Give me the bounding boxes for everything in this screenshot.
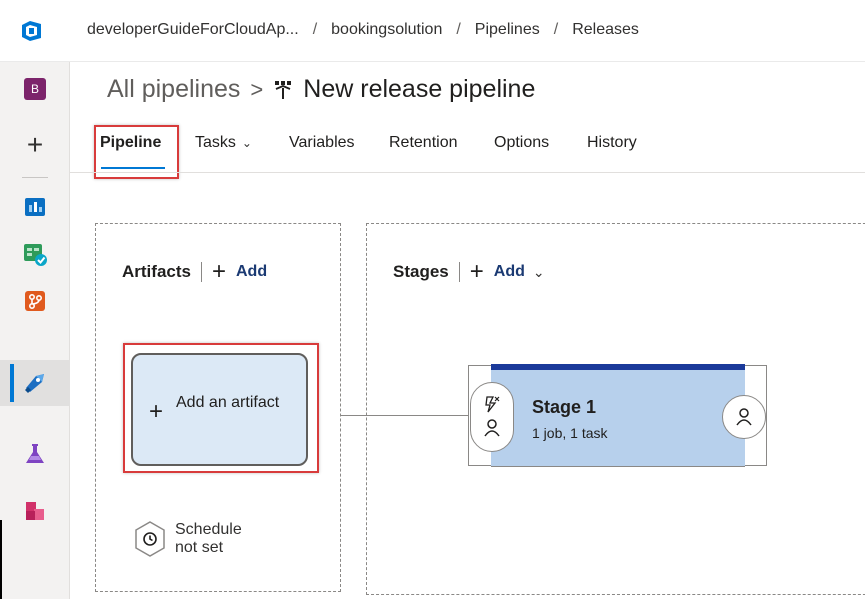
tab-options[interactable]: Options (494, 134, 549, 152)
project-avatar-button[interactable]: B (0, 66, 70, 112)
pre-deployment-icons (484, 396, 500, 437)
tab-label: Tasks (195, 134, 236, 151)
add-label: Add (493, 263, 525, 280)
page-title: All pipelines > New release pipeline (107, 75, 535, 104)
add-artifact-button[interactable]: + Add (212, 260, 267, 284)
schedule-trigger[interactable]: Schedule not set (133, 520, 255, 558)
post-deployment-conditions-button[interactable] (722, 395, 766, 439)
breadcrumb: developerGuideForCloudAp... / bookingsolut… (87, 21, 639, 39)
tab-label: History (587, 134, 637, 151)
stage-summary-link[interactable]: 1 job, 1 task (532, 425, 608, 441)
breadcrumb-separator: / (553, 21, 559, 38)
tab-history[interactable]: History (587, 134, 637, 152)
sidebar-item-test[interactable] (0, 431, 70, 477)
header-divider (200, 262, 202, 282)
chevron-down-icon: ⌄ (241, 136, 252, 150)
boards-icon (25, 198, 45, 216)
schedule-clock-icon (135, 521, 165, 557)
plus-icon: + (469, 258, 484, 285)
tab-tasks[interactable]: Tasks ⌄ (195, 134, 252, 152)
pipelines-icon (25, 374, 44, 393)
pre-deployment-conditions-button[interactable] (470, 382, 514, 452)
all-pipelines-link[interactable]: All pipelines (107, 75, 240, 103)
stage-name[interactable]: Stage 1 (532, 397, 596, 418)
tab-label: Retention (389, 134, 458, 151)
edge-line (0, 520, 2, 599)
artifacts-icon (26, 502, 44, 520)
breadcrumb-pipelines[interactable]: Pipelines (475, 21, 540, 38)
rail-divider (22, 177, 48, 178)
left-navigation-rail: B + (0, 62, 70, 599)
stage-card[interactable] (491, 364, 745, 467)
chevron-right-icon: > (250, 77, 264, 102)
tab-variables[interactable]: Variables (289, 134, 355, 152)
highlight-box-add-artifact (123, 343, 319, 473)
breadcrumb-releases[interactable]: Releases (572, 21, 639, 38)
test-icon (26, 444, 44, 463)
sidebar-item-test-plans[interactable] (0, 231, 70, 277)
breadcrumb-separator: / (456, 21, 461, 38)
breadcrumb-separator: / (312, 21, 318, 38)
header-divider (458, 262, 460, 282)
sidebar-item-repos[interactable] (0, 278, 70, 324)
add-label: Add (235, 263, 268, 280)
approver-person-icon (484, 419, 500, 437)
schedule-label: Schedule not set (175, 521, 242, 556)
sidebar-item-pipelines[interactable] (0, 360, 70, 406)
sidebar-item-boards[interactable] (0, 184, 70, 230)
tabs-divider (70, 172, 865, 173)
artifacts-header: Artifacts + Add (122, 260, 267, 284)
tab-label: Options (494, 134, 550, 151)
trigger-lightning-icon (485, 396, 500, 413)
approver-person-icon (736, 408, 752, 426)
release-pipeline-icon (275, 81, 292, 100)
test-plans-icon (24, 244, 47, 266)
stages-header: Stages + Add ⌄ (393, 260, 545, 284)
repos-icon (25, 291, 45, 311)
pipeline-name[interactable]: New release pipeline (303, 75, 535, 103)
sidebar-item-artifacts[interactable] (0, 488, 70, 534)
plus-icon: + (211, 258, 226, 285)
new-item-button[interactable]: + (0, 122, 70, 168)
breadcrumb-project[interactable]: bookingsolution (331, 21, 442, 38)
azure-devops-logo-icon[interactable] (20, 19, 44, 43)
chevron-down-icon: ⌄ (532, 263, 545, 280)
stages-heading: Stages (393, 262, 449, 281)
highlight-box-pipeline-tab (94, 125, 179, 179)
tab-label: Variables (289, 134, 355, 151)
avatar: B (24, 78, 46, 100)
tab-retention[interactable]: Retention (389, 134, 458, 152)
plus-icon: + (26, 129, 44, 160)
top-bar: developerGuideForCloudAp... / bookingsolut… (0, 0, 865, 62)
artifacts-heading: Artifacts (122, 262, 191, 281)
breadcrumb-organization[interactable]: developerGuideForCloudAp... (87, 21, 299, 38)
add-stage-button[interactable]: + Add ⌄ (470, 260, 545, 284)
